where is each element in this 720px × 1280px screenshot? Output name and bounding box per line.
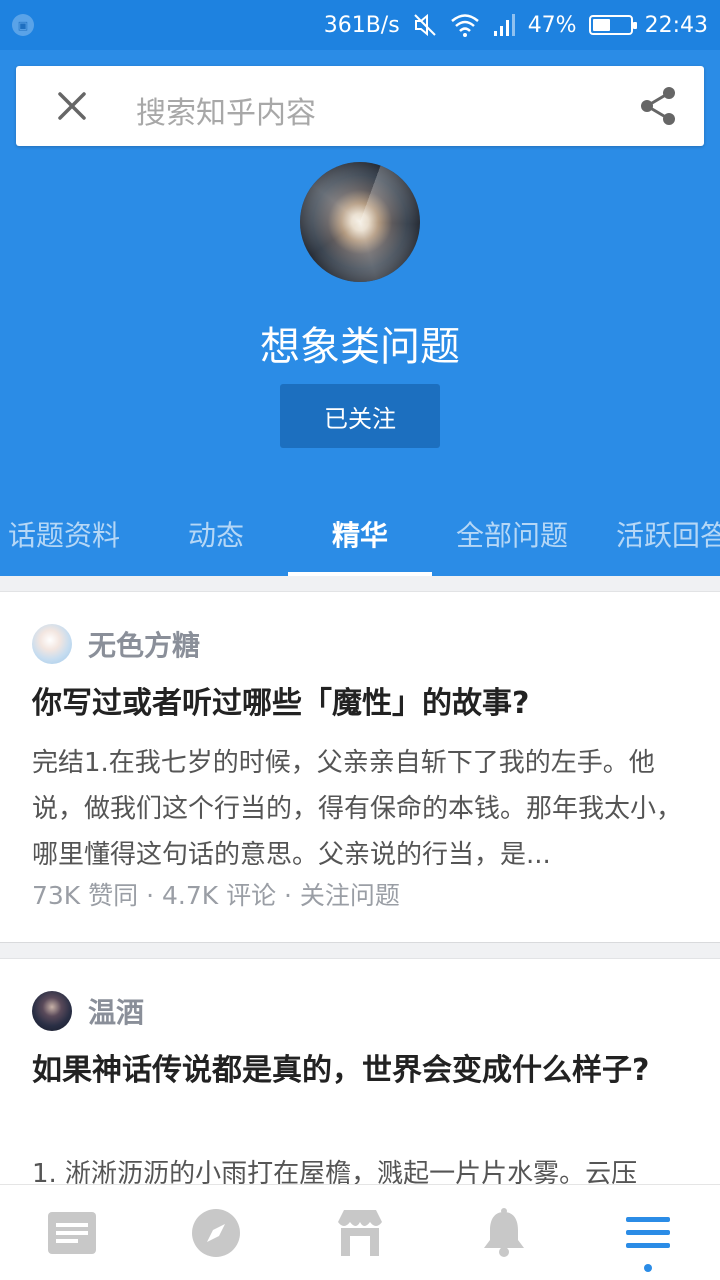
share-icon[interactable] — [636, 84, 680, 128]
avatar[interactable] — [32, 624, 72, 664]
follow-button[interactable]: 已关注 — [280, 384, 440, 448]
nav-feed[interactable] — [0, 1185, 144, 1280]
bottom-navigation — [0, 1184, 720, 1280]
net-speed: 361B/s — [323, 12, 400, 38]
tab-all-questions[interactable]: 全部问题 — [440, 496, 584, 576]
tab-activity[interactable]: 动态 — [144, 496, 288, 576]
screenshot-notification-icon: ▣ — [12, 14, 34, 36]
author-row[interactable]: 无色方糖 — [32, 624, 200, 664]
avatar[interactable] — [32, 991, 72, 1031]
status-bar: ▣ 361B/s 47% 22:43 — [0, 0, 720, 50]
nav-notifications[interactable] — [432, 1185, 576, 1280]
feed-card[interactable]: 温酒 如果神话传说都是真的，世界会变成什么样子? 1. 淅淅沥沥的小雨打在屋檐，… — [0, 958, 720, 1218]
author-name[interactable]: 无色方糖 — [88, 624, 200, 664]
question-title[interactable]: 如果神话传说都是真的，世界会变成什么样子? — [32, 1047, 688, 1095]
close-icon[interactable] — [52, 86, 92, 126]
topic-tabs: 话题资料 动态 精华 全部问题 活跃回答 — [0, 496, 720, 576]
clock: 22:43 — [644, 12, 708, 38]
search-input[interactable]: 搜索知乎内容 — [136, 88, 316, 132]
bell-icon — [484, 1208, 524, 1257]
question-title[interactable]: 你写过或者听过哪些「魔性」的故事? — [32, 680, 688, 728]
active-nav-dot — [644, 1264, 652, 1272]
topic-avatar — [300, 162, 420, 282]
nav-explore[interactable] — [144, 1185, 288, 1280]
answer-meta: 73K 赞同 · 4.7K 评论 · 关注问题 — [32, 881, 400, 910]
topic-title: 想象类问题 — [260, 324, 460, 370]
battery-percent: 47% — [527, 12, 577, 38]
search-bar[interactable]: 搜索知乎内容 — [16, 66, 704, 146]
author-row[interactable]: 温酒 — [32, 991, 144, 1031]
tab-featured[interactable]: 精华 — [288, 496, 432, 576]
topic-header: 搜索知乎内容 想象类问题 已关注 话题资料 动态 精华 全部问题 活跃回答 — [0, 50, 720, 576]
store-icon — [338, 1210, 382, 1256]
feed-card[interactable]: 无色方糖 你写过或者听过哪些「魔性」的故事? 完结1.在我七岁的时候，父亲亲自斩… — [0, 591, 720, 943]
tab-topic-info[interactable]: 话题资料 — [0, 496, 136, 576]
nav-market[interactable] — [288, 1185, 432, 1280]
answer-excerpt[interactable]: 完结1.在我七岁的时候，父亲亲自斩下了我的左手。他说，做我们这个行当的，得有保命… — [32, 740, 688, 878]
tab-active-answers[interactable]: 活跃回答 — [616, 496, 720, 576]
wifi-icon — [450, 14, 479, 37]
battery-fill — [592, 19, 610, 31]
menu-icon — [626, 1217, 670, 1248]
status-bar-right: 361B/s 47% 22:43 — [324, 0, 708, 50]
signal-icon — [493, 14, 515, 36]
author-name[interactable]: 温酒 — [88, 991, 144, 1031]
battery-icon — [588, 15, 637, 35]
feed-icon — [48, 1212, 96, 1254]
active-tab-indicator — [288, 572, 432, 576]
mute-icon — [413, 13, 436, 37]
compass-icon — [192, 1209, 240, 1257]
